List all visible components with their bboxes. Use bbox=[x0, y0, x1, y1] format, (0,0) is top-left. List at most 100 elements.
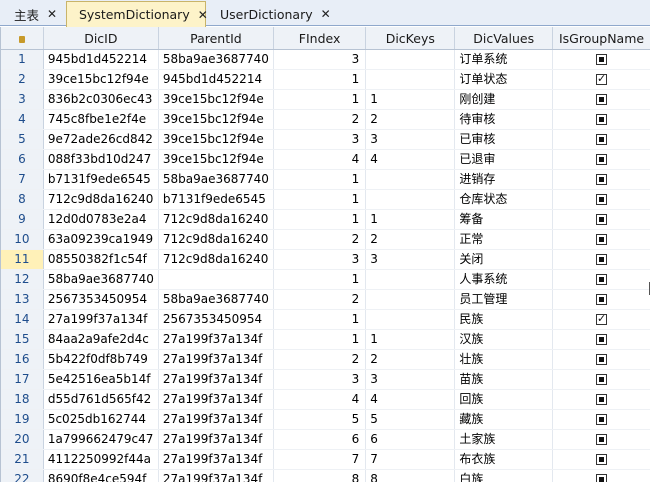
cell-dicid[interactable]: 4112250992f44a bbox=[43, 449, 159, 470]
row-number[interactable]: 8 bbox=[1, 189, 44, 210]
isgroup-checkbox[interactable] bbox=[596, 234, 608, 245]
cell-findex[interactable]: 3 bbox=[273, 129, 367, 150]
cell-findex[interactable]: 1 bbox=[273, 89, 367, 110]
cell-dickeys[interactable]: 7 bbox=[365, 449, 456, 470]
cell-findex[interactable]: 1 bbox=[273, 189, 367, 210]
cell-dicvalues[interactable]: 人事系统 bbox=[454, 269, 554, 290]
cell-findex[interactable]: 1 bbox=[273, 209, 367, 230]
cell-dicid[interactable]: 745c8fbe1e2f4e bbox=[43, 109, 159, 130]
cell-dicid[interactable]: 836b2c0306ec43 bbox=[43, 89, 159, 110]
cell-dicid[interactable]: 84aa2a9afe2d4c bbox=[43, 329, 159, 350]
table-row[interactable]: 17 5e42516ea5b14f 27a199f37a134f 3 3 苗族 bbox=[1, 369, 650, 390]
cell-dicvalues[interactable]: 已审核 bbox=[454, 129, 554, 150]
cell-parentid[interactable]: 27a199f37a134f bbox=[158, 429, 274, 450]
row-number[interactable]: 14 bbox=[1, 309, 44, 330]
table-row[interactable]: 10 63a09239ca1949 712c9d8da16240 2 2 正常 bbox=[1, 229, 650, 250]
cell-dicvalues[interactable]: 汉族 bbox=[454, 329, 554, 350]
cell-dickeys[interactable]: 3 bbox=[365, 249, 456, 270]
cell-dicid[interactable]: 1a799662479c47 bbox=[43, 429, 159, 450]
cell-parentid[interactable]: 39ce15bc12f94e bbox=[158, 109, 274, 130]
corner-cell[interactable] bbox=[1, 27, 44, 50]
cell-findex[interactable]: 1 bbox=[273, 269, 367, 290]
row-number[interactable]: 21 bbox=[1, 449, 44, 470]
cell-parentid[interactable]: 945bd1d452214 bbox=[158, 69, 274, 90]
cell-dicid[interactable]: 08550382f1c54f bbox=[43, 249, 159, 270]
cell-dicvalues[interactable]: 仓库状态 bbox=[454, 189, 554, 210]
tab-main-table[interactable]: 主表 ✕ bbox=[2, 2, 64, 26]
cell-dicvalues[interactable]: 刚创建 bbox=[454, 89, 554, 110]
cell-dickeys[interactable]: 6 bbox=[365, 429, 456, 450]
cell-dicid[interactable]: 39ce15bc12f94e bbox=[43, 69, 159, 90]
isgroup-checkbox[interactable] bbox=[596, 434, 608, 445]
cell-parentid[interactable]: 39ce15bc12f94e bbox=[158, 149, 274, 170]
cell-findex[interactable]: 3 bbox=[273, 369, 367, 390]
row-number[interactable]: 18 bbox=[1, 389, 44, 410]
cell-dicid[interactable]: 2567353450954 bbox=[43, 289, 159, 310]
cell-dicvalues[interactable]: 民族 bbox=[454, 309, 554, 330]
cell-dickeys[interactable]: 1 bbox=[365, 209, 456, 230]
cell-parentid[interactable]: 2567353450954 bbox=[158, 309, 274, 330]
isgroup-checkbox[interactable] bbox=[596, 94, 608, 105]
isgroup-checkbox[interactable] bbox=[596, 154, 608, 165]
cell-findex[interactable]: 1 bbox=[273, 169, 367, 190]
row-number[interactable]: 10 bbox=[1, 229, 44, 250]
table-row[interactable]: 8 712c9d8da16240 b7131f9ede6545 1 仓库状态 bbox=[1, 189, 650, 210]
cell-dickeys[interactable]: 2 bbox=[365, 109, 456, 130]
cell-dicid[interactable]: b7131f9ede6545 bbox=[43, 169, 159, 190]
cell-findex[interactable]: 5 bbox=[273, 409, 367, 430]
cell-parentid[interactable]: 27a199f37a134f bbox=[158, 329, 274, 350]
cell-dicvalues[interactable]: 回族 bbox=[454, 389, 554, 410]
isgroup-checkbox[interactable] bbox=[596, 134, 608, 145]
isgroup-checkbox[interactable] bbox=[596, 54, 608, 65]
cell-findex[interactable]: 1 bbox=[273, 69, 367, 90]
cell-parentid[interactable]: 27a199f37a134f bbox=[158, 389, 274, 410]
column-header-dicvalues[interactable]: DicValues bbox=[454, 27, 554, 50]
cell-dicvalues[interactable]: 订单系统 bbox=[454, 49, 554, 70]
close-icon[interactable]: ✕ bbox=[47, 7, 57, 21]
cell-findex[interactable]: 2 bbox=[273, 229, 367, 250]
table-row[interactable]: 12 58ba9ae3687740 1 人事系统 bbox=[1, 269, 650, 290]
cell-dicid[interactable]: d55d761d565f42 bbox=[43, 389, 159, 410]
row-number[interactable]: 13 bbox=[1, 289, 44, 310]
row-number[interactable]: 5 bbox=[1, 129, 44, 150]
cell-findex[interactable]: 1 bbox=[273, 329, 367, 350]
cell-dicid[interactable]: 9e72ade26cd842 bbox=[43, 129, 159, 150]
cell-findex[interactable]: 3 bbox=[273, 49, 367, 70]
cell-parentid[interactable]: 58ba9ae3687740 bbox=[158, 49, 274, 70]
table-row[interactable]: 19 5c025db162744 27a199f37a134f 5 5 藏族 bbox=[1, 409, 650, 430]
column-header-dicid[interactable]: DicID bbox=[43, 27, 159, 50]
column-header-parentid[interactable]: ParentId bbox=[158, 27, 274, 50]
column-header-isgroupname[interactable]: IsGroupName bbox=[552, 27, 650, 50]
isgroup-checkbox[interactable] bbox=[596, 414, 608, 425]
cell-dickeys[interactable]: 2 bbox=[365, 229, 456, 250]
row-number[interactable]: 1 bbox=[1, 49, 44, 70]
cell-parentid[interactable]: 27a199f37a134f bbox=[158, 369, 274, 390]
table-row[interactable]: 11 08550382f1c54f 712c9d8da16240 3 3 关闭 bbox=[1, 249, 650, 270]
cell-parentid[interactable]: 39ce15bc12f94e bbox=[158, 89, 274, 110]
table-row[interactable]: 22 8690f8e4ce594f 27a199f37a134f 8 8 白族 bbox=[1, 469, 650, 482]
cell-parentid[interactable]: 712c9d8da16240 bbox=[158, 209, 274, 230]
table-row[interactable]: 15 84aa2a9afe2d4c 27a199f37a134f 1 1 汉族 bbox=[1, 329, 650, 350]
cell-findex[interactable]: 8 bbox=[273, 469, 367, 482]
cell-findex[interactable]: 4 bbox=[273, 389, 367, 410]
cell-dickeys[interactable] bbox=[365, 289, 456, 310]
cell-findex[interactable]: 7 bbox=[273, 449, 367, 470]
cell-dickeys[interactable]: 4 bbox=[365, 149, 456, 170]
table-row[interactable]: 16 5b422f0df8b749 27a199f37a134f 2 2 壮族 bbox=[1, 349, 650, 370]
isgroup-checkbox[interactable] bbox=[596, 334, 608, 345]
row-number[interactable]: 7 bbox=[1, 169, 44, 190]
table-row[interactable]: 6 088f33bd10d247 39ce15bc12f94e 4 4 已退审 bbox=[1, 149, 650, 170]
row-number[interactable]: 4 bbox=[1, 109, 44, 130]
cell-dicid[interactable]: 8690f8e4ce594f bbox=[43, 469, 159, 482]
isgroup-checkbox[interactable] bbox=[596, 254, 608, 265]
cell-parentid[interactable]: 39ce15bc12f94e bbox=[158, 129, 274, 150]
cell-dickeys[interactable]: 5 bbox=[365, 409, 456, 430]
cell-dickeys[interactable] bbox=[365, 269, 456, 290]
table-row[interactable]: 7 b7131f9ede6545 58ba9ae3687740 1 进销存 bbox=[1, 169, 650, 190]
cell-parentid[interactable]: 712c9d8da16240 bbox=[158, 229, 274, 250]
cell-dicvalues[interactable]: 已退审 bbox=[454, 149, 554, 170]
table-row[interactable]: 18 d55d761d565f42 27a199f37a134f 4 4 回族 bbox=[1, 389, 650, 410]
table-row[interactable]: 9 12d0d0783e2a4 712c9d8da16240 1 1 筹备 bbox=[1, 209, 650, 230]
cell-parentid[interactable]: 712c9d8da16240 bbox=[158, 249, 274, 270]
cell-dicid[interactable]: 088f33bd10d247 bbox=[43, 149, 159, 170]
